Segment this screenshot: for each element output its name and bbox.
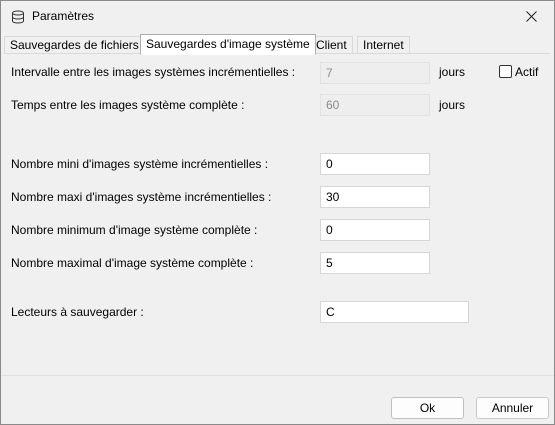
ok-button[interactable]: Ok [391, 397, 464, 419]
footer-divider [1, 375, 554, 376]
active-checkbox[interactable] [499, 65, 512, 78]
min-full-field[interactable]: 0 [320, 219, 430, 241]
tab-file-backups[interactable]: Sauvegardes de fichiers [4, 36, 145, 53]
max-full-field[interactable]: 5 [320, 252, 430, 274]
database-icon [11, 10, 25, 24]
tab-image-backups[interactable]: Sauvegardes d'image système [140, 34, 316, 55]
tab-client[interactable]: Client [310, 36, 353, 53]
min-incremental-label: Nombre mini d'images système incrémentie… [11, 157, 269, 171]
full-interval-field[interactable]: 60 [320, 94, 430, 116]
drives-field[interactable]: C [320, 301, 469, 323]
close-icon [525, 11, 537, 22]
close-button[interactable] [508, 1, 554, 32]
active-checkbox-label[interactable]: Actif [515, 65, 538, 79]
title-bar: Paramètres [1, 1, 554, 32]
incremental-interval-field[interactable]: 7 [320, 62, 430, 84]
max-full-label: Nombre maximal d'image système complète … [11, 256, 254, 270]
min-incremental-field[interactable]: 0 [320, 153, 430, 175]
min-full-label: Nombre minimum d'image système complète … [11, 223, 258, 237]
settings-dialog: Paramètres Sauvegardes de fichiers Sauve… [0, 0, 555, 425]
full-interval-unit: jours [439, 98, 466, 112]
full-interval-label: Temps entre les images système complète … [11, 98, 245, 112]
window-title: Paramètres [32, 9, 95, 23]
incremental-interval-unit: jours [439, 65, 466, 79]
max-incremental-label: Nombre maxi d'images système incrémentie… [11, 190, 272, 204]
incremental-interval-label: Intervalle entre les images systèmes inc… [11, 65, 296, 79]
drives-label: Lecteurs à sauvegarder : [11, 305, 144, 319]
tab-internet[interactable]: Internet [357, 36, 410, 53]
cancel-button[interactable]: Annuler [476, 397, 549, 419]
max-incremental-field[interactable]: 30 [320, 186, 430, 208]
